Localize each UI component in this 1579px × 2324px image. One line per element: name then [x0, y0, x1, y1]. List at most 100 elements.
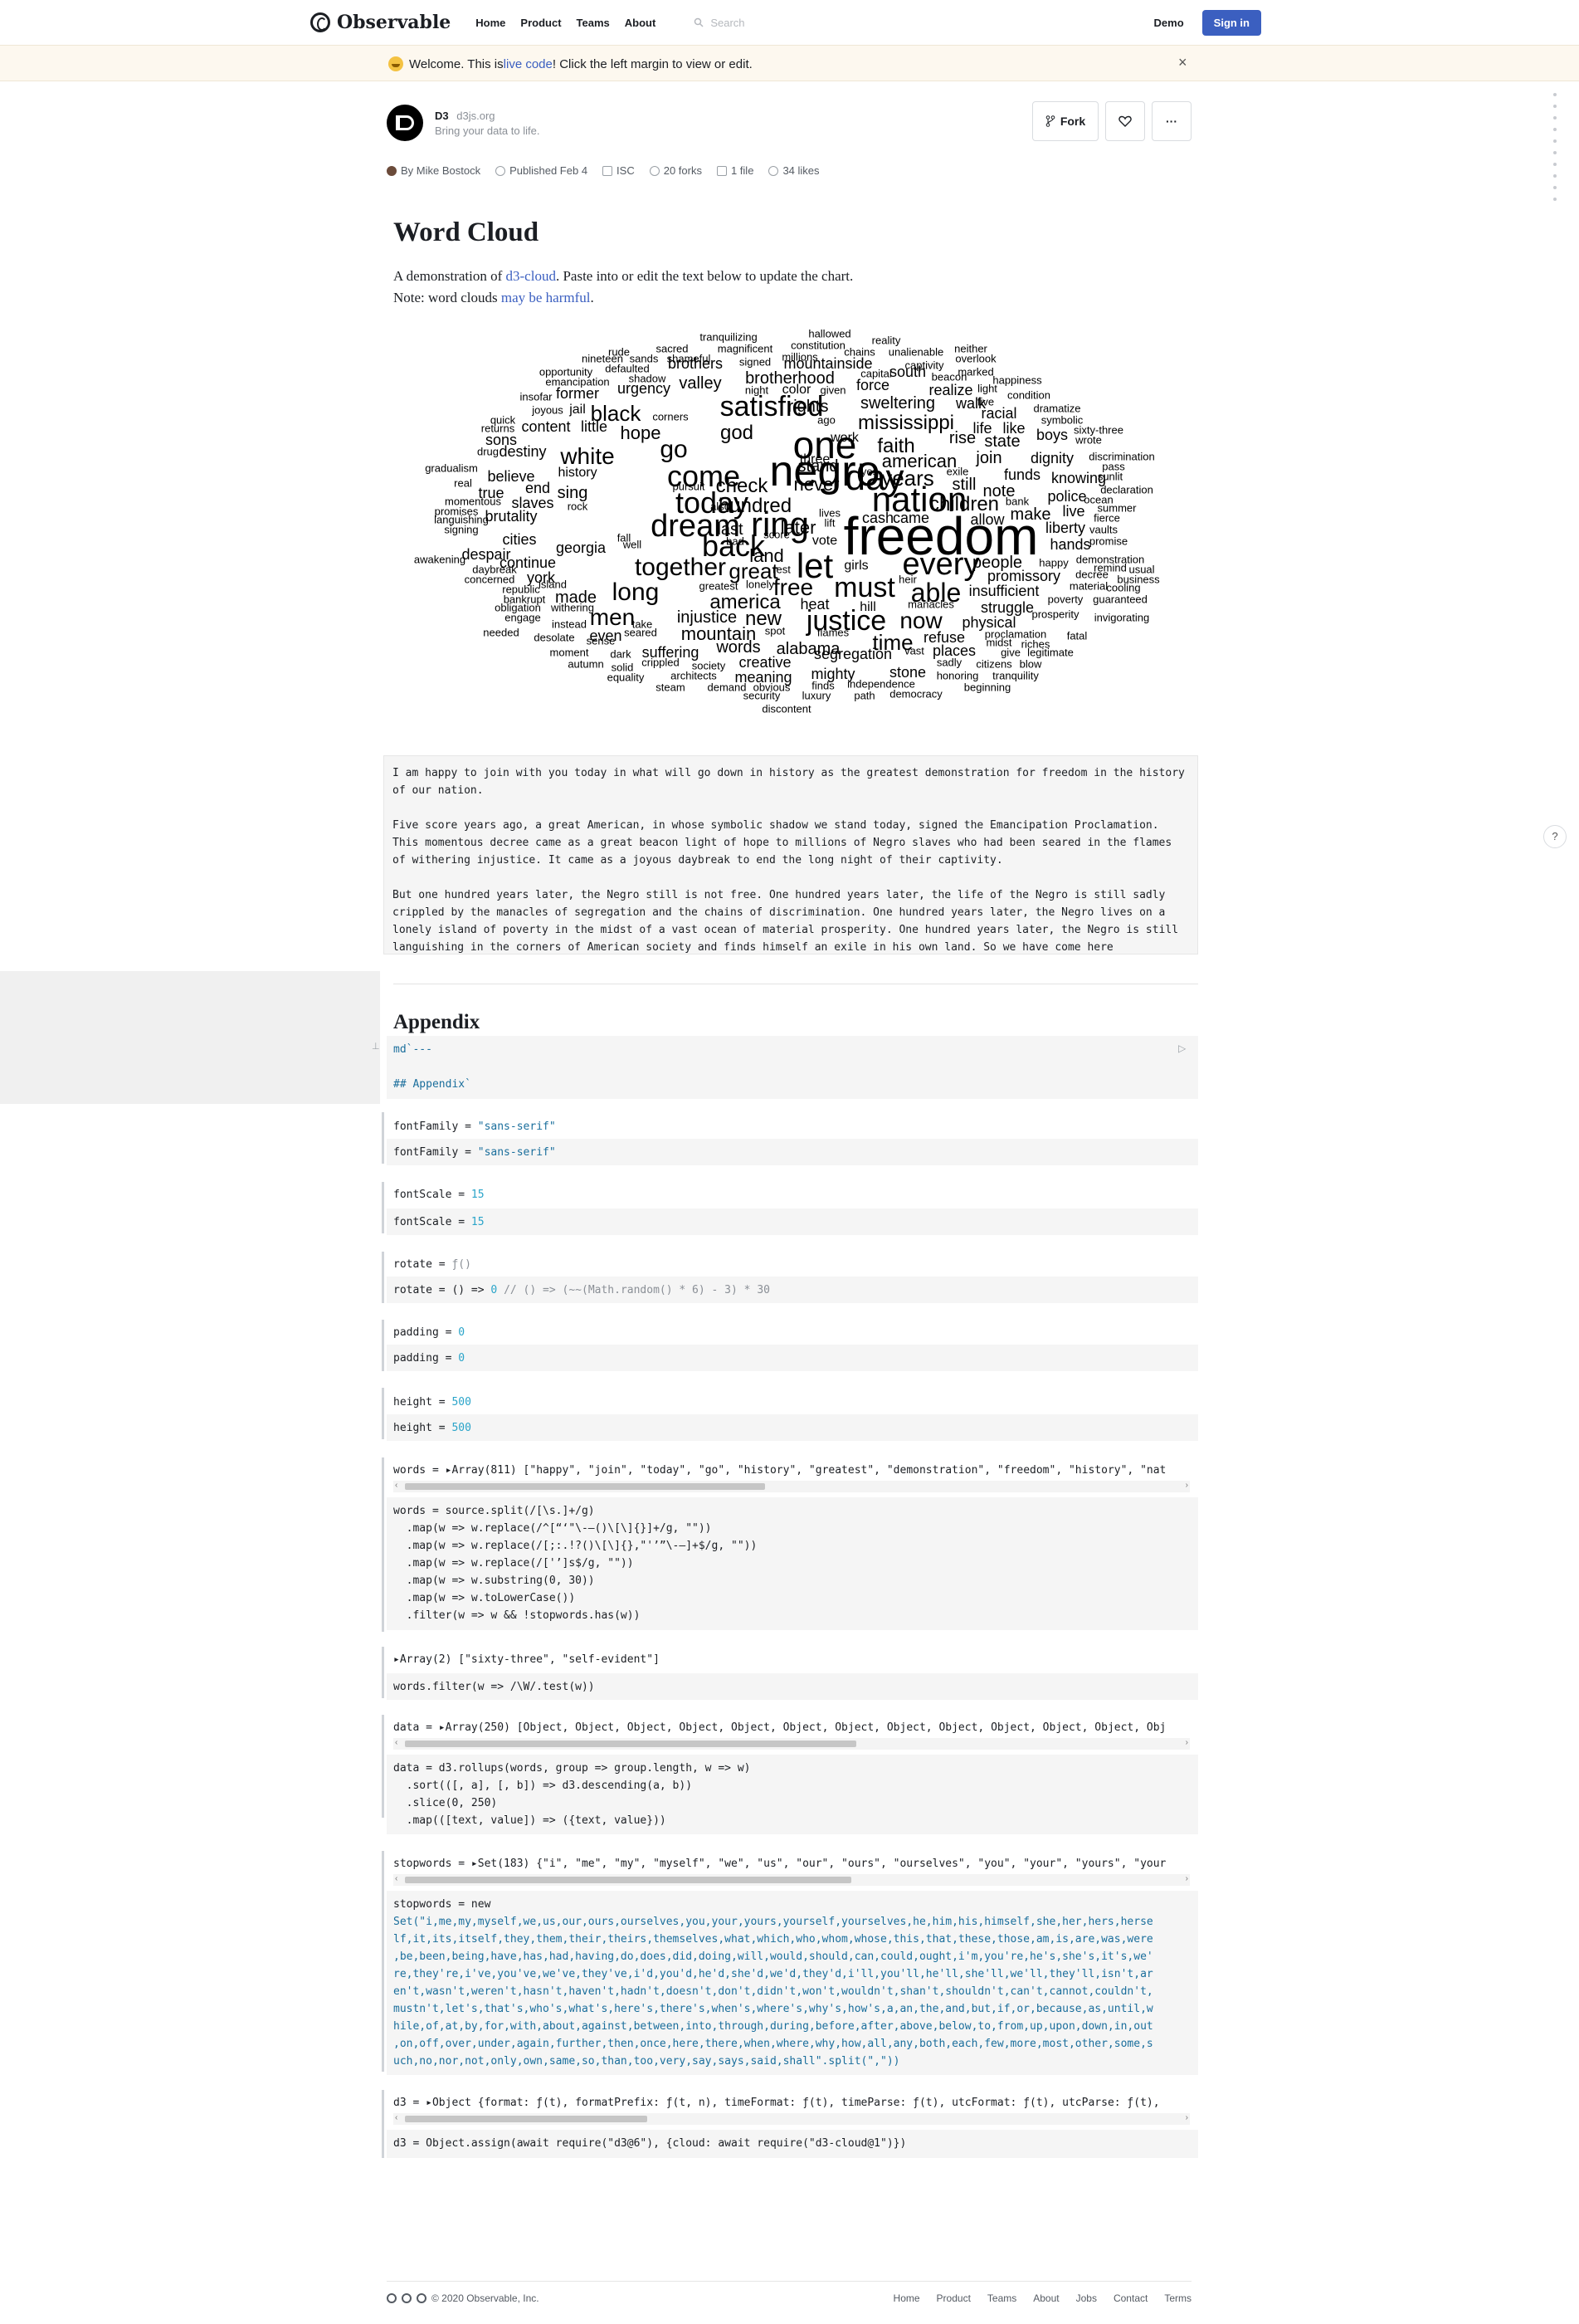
d3-source[interactable]: d3 = Object.assign(await require("d3@6")… [387, 2130, 1198, 2158]
d3-scrollbar[interactable]: ‹ › [393, 2113, 1190, 2125]
d3-cloud-link[interactable]: d3-cloud [506, 268, 556, 284]
cell-minimap[interactable] [1553, 93, 1558, 209]
words-scrollbar[interactable]: ‹ › [393, 1481, 1190, 1492]
like-button[interactable] [1105, 101, 1145, 141]
cloud-word: boys [1036, 427, 1069, 443]
footer-link-product[interactable]: Product [937, 2292, 971, 2304]
cloud-word: millions [782, 350, 818, 364]
selected-cell-margin[interactable] [0, 971, 380, 1104]
cloud-word: still [952, 476, 977, 494]
author-label: By Mike Bostock [401, 164, 481, 177]
intro-line1-b: . Paste into or edit the text below to u… [555, 268, 854, 284]
cell-margin-stopwords[interactable] [382, 1851, 384, 2072]
search-input[interactable]: Search [694, 17, 745, 29]
cloud-word: also [710, 500, 730, 513]
fork-button[interactable]: Fork [1032, 101, 1099, 141]
cloud-word: life [972, 420, 992, 437]
live-code-link[interactable]: live code [504, 57, 553, 71]
cell-margin-fontscale[interactable] [382, 1182, 384, 1233]
footer: © 2020 Observable, Inc. Home Product Tea… [387, 2292, 1192, 2304]
cell-margin-filter[interactable] [382, 1647, 384, 1698]
d3-avatar[interactable] [387, 105, 423, 141]
cloud-word: history [558, 466, 597, 480]
cloud-word: hope [620, 422, 661, 443]
data-scrollbar[interactable]: ‹ › [393, 1738, 1190, 1750]
footer-link-contact[interactable]: Contact [1114, 2292, 1148, 2304]
cloud-word: gradualism [425, 461, 478, 475]
rotate-output: rotate = ƒ() [393, 1258, 471, 1271]
source-textarea[interactable]: I am happy to join with you today in wha… [383, 755, 1198, 954]
cloud-word: girls [844, 559, 869, 573]
cloud-word: condition [1006, 388, 1051, 402]
cloud-word: rock [567, 500, 588, 513]
owner-site[interactable]: d3js.org [456, 110, 495, 122]
cell-margin-words[interactable] [382, 1457, 384, 1632]
d3-output[interactable]: d3 = ▸Object {format: ƒ(t), formatPrefix… [393, 2097, 1190, 2109]
nav-link-home[interactable]: Home [475, 17, 505, 29]
fontscale-source[interactable]: fontScale = 15 [387, 1208, 1198, 1235]
harmful-link[interactable]: may be harmful [501, 290, 591, 305]
speech-paragraph-1: I am happy to join with you today in wha… [392, 767, 1185, 797]
cloud-word: heat [800, 596, 830, 613]
footer-link-terms[interactable]: Terms [1164, 2292, 1192, 2304]
words-output[interactable]: words = ▸Array(811) ["happy", "join", "t… [393, 1464, 1190, 1477]
observable-logo-icon[interactable] [310, 12, 330, 32]
run-cell-icon[interactable]: ▷ [1178, 1042, 1186, 1054]
help-button[interactable]: ? [1543, 825, 1567, 848]
cloud-word: content [521, 418, 571, 435]
cloud-word: shameful [666, 352, 711, 365]
meta-forks[interactable]: 20 forks [649, 164, 702, 177]
cloud-word: hill [860, 600, 876, 614]
github-icon[interactable] [402, 2293, 412, 2303]
footer-link-jobs[interactable]: Jobs [1076, 2292, 1097, 2304]
cloud-word: like [1002, 420, 1026, 437]
cell-margin-rotate[interactable] [382, 1252, 384, 1303]
stopwords-scrollbar[interactable]: ‹ › [393, 1874, 1190, 1886]
meta-files[interactable]: 1 file [716, 164, 753, 177]
fork-count-icon [649, 165, 660, 176]
filter-output[interactable]: ▸Array(2) ["sixty-three", "self-evident"… [393, 1653, 1190, 1666]
cell-margin-padding[interactable] [382, 1320, 384, 1371]
pin-icon[interactable]: ⊥ [372, 1041, 380, 1052]
stopwords-source[interactable]: stopwords = new Set("i,me,my,myself,we,u… [387, 1891, 1198, 2075]
cell-margin-data[interactable] [382, 1715, 384, 1818]
cloud-word: unalienable [888, 345, 944, 359]
data-output[interactable]: data = ▸Array(250) [Object, Object, Obje… [393, 1721, 1190, 1734]
height-source[interactable]: height = 500 [387, 1414, 1198, 1441]
sign-in-button[interactable]: Sign in [1201, 9, 1261, 36]
cell-margin-height[interactable] [382, 1388, 384, 1439]
brand-name[interactable]: Observable [337, 12, 451, 33]
cloud-word: poverty [1047, 593, 1084, 606]
footer-link-teams[interactable]: Teams [987, 2292, 1016, 2304]
close-icon[interactable]: × [1178, 54, 1187, 71]
cell-margin-fontfamily[interactable] [382, 1112, 384, 1164]
cloud-word: yes [860, 465, 879, 478]
nav-link-product[interactable]: Product [520, 17, 561, 29]
footer-link-home[interactable]: Home [894, 2292, 920, 2304]
owner-name[interactable]: D3 [435, 110, 449, 122]
cloud-word: bank [1005, 495, 1030, 508]
meta-license[interactable]: ISC [602, 164, 635, 177]
cloud-word: go [660, 436, 688, 463]
twitter-icon[interactable] [417, 2293, 426, 2303]
meta-author[interactable]: By Mike Bostock [387, 164, 480, 177]
fontfamily-source[interactable]: fontFamily = "sans-serif" [387, 1139, 1198, 1165]
data-source[interactable]: data = d3.rollups(words, group => group.… [387, 1755, 1198, 1834]
md-cell-source[interactable]: md`--- ## Appendix` [387, 1036, 1198, 1099]
cloud-word: three [799, 452, 831, 466]
filter-source[interactable]: words.filter(w => /\W/.test(w)) [387, 1673, 1198, 1700]
footer-link-about[interactable]: About [1033, 2292, 1059, 2304]
more-button[interactable]: ··· [1152, 101, 1192, 141]
padding-source[interactable]: padding = 0 [387, 1345, 1198, 1371]
nav-link-about[interactable]: About [625, 17, 656, 29]
observable-footer-icon[interactable] [387, 2293, 397, 2303]
rotate-source[interactable]: rotate = () => 0 // () => (~~(Math.rando… [387, 1277, 1198, 1303]
demo-link[interactable]: Demo [1154, 17, 1184, 29]
stopwords-output[interactable]: stopwords = ▸Set(183) {"i", "me", "my", … [393, 1858, 1190, 1870]
cloud-word: steam [655, 681, 685, 694]
speech-paragraph-2: Five score years ago, a great American, … [392, 819, 1172, 867]
meta-likes[interactable]: 34 likes [768, 164, 820, 177]
nav-link-teams[interactable]: Teams [577, 17, 610, 29]
words-source[interactable]: words = source.split(/[\s.]+/g) .map(w =… [387, 1497, 1198, 1630]
cell-margin-d3[interactable] [382, 2090, 384, 2158]
